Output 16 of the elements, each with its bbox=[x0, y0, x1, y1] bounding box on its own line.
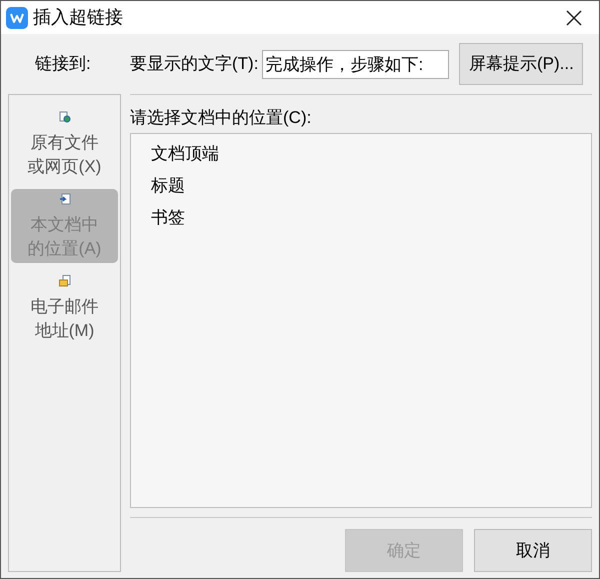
display-text-label: 要显示的文字(T): bbox=[130, 53, 258, 76]
link-to-label: 链接到: bbox=[35, 53, 92, 76]
location-item[interactable]: 书签 bbox=[151, 206, 185, 230]
app-logo-icon bbox=[6, 6, 28, 28]
location-item[interactable]: 标题 bbox=[151, 174, 185, 198]
cancel-button[interactable]: 取消 bbox=[474, 529, 592, 572]
location-label: 请选择文档中的位置(C): bbox=[130, 108, 312, 127]
envelope-document-icon bbox=[58, 275, 70, 287]
window-title: 插入超链接 bbox=[33, 6, 123, 29]
display-text-field[interactable]: 完成操作，步骤如下: bbox=[262, 50, 450, 78]
close-icon bbox=[566, 10, 582, 26]
sidebar-item[interactable]: 原有文件或网页(X) bbox=[11, 107, 118, 181]
location-item[interactable]: 文档顶端 bbox=[151, 142, 219, 166]
screen-tip-button[interactable]: 屏幕提示(P)... bbox=[459, 43, 584, 85]
sidebar-item[interactable]: 电子邮件地址(M) bbox=[11, 271, 118, 345]
document-globe-icon bbox=[58, 111, 70, 123]
